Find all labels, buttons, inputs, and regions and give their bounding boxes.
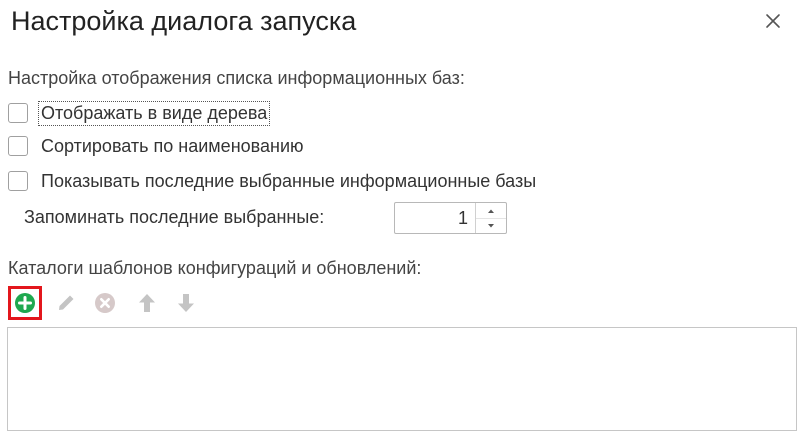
edit-button[interactable] [49, 286, 83, 320]
plus-circle-icon [15, 293, 35, 313]
templates-list[interactable] [7, 327, 797, 431]
arrow-down-icon [178, 294, 194, 312]
remember-recent-value[interactable]: 1 [458, 208, 468, 229]
delete-button[interactable] [88, 286, 122, 320]
move-down-button[interactable] [169, 286, 203, 320]
remember-recent-stepper[interactable]: 1 [394, 202, 507, 234]
close-icon [766, 14, 780, 28]
add-button[interactable] [8, 286, 42, 320]
display-settings-label: Настройка отображения списка информацион… [8, 68, 465, 88]
sort-by-name-label[interactable]: Сортировать по наименованию [39, 135, 306, 158]
x-circle-icon [95, 293, 115, 313]
tree-view-checkbox[interactable] [8, 103, 28, 123]
move-up-button[interactable] [130, 286, 164, 320]
option-tree-view[interactable]: Отображать в виде дерева [8, 100, 271, 126]
tree-view-label[interactable]: Отображать в виде дерева [37, 100, 271, 126]
pencil-icon [59, 295, 74, 310]
caret-up-icon [488, 209, 494, 213]
show-recent-checkbox[interactable] [8, 171, 28, 191]
dialog-title: Настройка диалога запуска [11, 6, 357, 36]
remember-recent-label: Запоминать последние выбранные: [24, 207, 325, 227]
sort-by-name-checkbox[interactable] [8, 136, 28, 156]
option-sort-by-name[interactable]: Сортировать по наименованию [8, 133, 306, 159]
caret-down-icon [488, 223, 494, 227]
templates-label: Каталоги шаблонов конфигураций и обновле… [8, 258, 422, 278]
show-recent-label[interactable]: Показывать последние выбранные информаци… [39, 170, 538, 193]
option-show-recent[interactable]: Показывать последние выбранные информаци… [8, 168, 538, 194]
close-button[interactable] [760, 8, 786, 34]
arrow-up-icon [139, 294, 155, 312]
stepper-up-button[interactable] [476, 203, 506, 219]
stepper-down-button[interactable] [476, 218, 506, 233]
